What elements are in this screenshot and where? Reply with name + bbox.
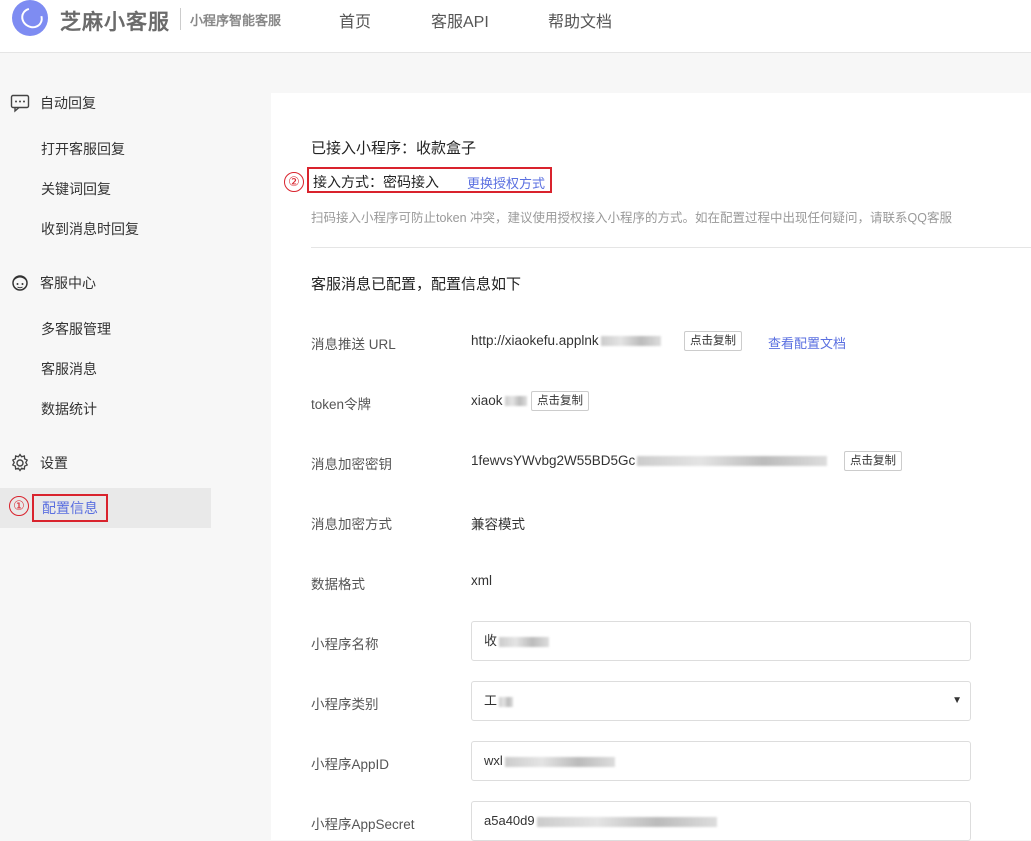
connected-app-title: 已接入小程序：收款盒子 [311, 140, 477, 157]
sidebar-item-message-reply[interactable]: 收到消息时回复 [41, 219, 139, 239]
chat-icon [10, 93, 30, 113]
top-header: 芝麻小客服 小程序智能客服 首页 客服API 帮助文档 [0, 0, 1031, 53]
brand-subtitle: 小程序智能客服 [190, 13, 282, 28]
encrypt-mode-value: 兼容模式 [471, 517, 525, 532]
annotation-marker-1: ① [9, 496, 29, 516]
app-name-input[interactable]: 收 [471, 621, 971, 661]
nav-home[interactable]: 首页 [339, 8, 371, 32]
aeskey-value: 1fewvsYWvbg2W55BD5Gc [471, 453, 828, 468]
sidebar-item-multi-agent[interactable]: 多客服管理 [41, 319, 111, 339]
sidebar-group-settings[interactable]: 设置 [10, 453, 68, 473]
brand-divider [180, 8, 181, 30]
data-format-value: xml [471, 573, 492, 588]
sidebar-group-label: 设置 [40, 455, 68, 471]
sidebar-group-auto-reply[interactable]: 自动回复 [10, 93, 96, 113]
nav-help-docs[interactable]: 帮助文档 [548, 8, 612, 32]
appsecret-input[interactable]: a5a40d9 [471, 801, 971, 841]
copy-url-button[interactable]: 点击复制 [684, 331, 742, 351]
brand-name[interactable]: 芝麻小客服 [60, 6, 170, 36]
access-method: 接入方式：密码接入 [313, 174, 439, 190]
app-category-label: 小程序类别 [311, 697, 379, 712]
nav-api[interactable]: 客服API [431, 8, 489, 32]
sidebar-group-label: 自动回复 [40, 95, 96, 111]
sidebar-item-service-messages[interactable]: 客服消息 [41, 359, 97, 379]
annotation-marker-2: ② [284, 172, 304, 192]
sidebar-item-statistics[interactable]: 数据统计 [41, 399, 97, 419]
sidebar-group-label: 客服中心 [40, 275, 96, 291]
data-format-label: 数据格式 [311, 577, 365, 592]
logo-icon[interactable] [12, 0, 48, 36]
agent-avatar-icon [10, 273, 30, 293]
view-config-doc-link[interactable]: 查看配置文档 [768, 333, 846, 352]
config-section-title: 客服消息已配置，配置信息如下 [311, 276, 522, 293]
sidebar-item-config-info[interactable]: 配置信息 [32, 494, 108, 522]
encrypt-mode-label: 消息加密方式 [311, 517, 392, 532]
token-value: xiaok [471, 393, 527, 408]
change-auth-link[interactable]: 更换授权方式 [467, 173, 545, 192]
aeskey-label: 消息加密密钥 [311, 457, 392, 472]
sidebar [0, 53, 211, 840]
url-label: 消息推送 URL [311, 337, 396, 352]
copy-aeskey-button[interactable]: 点击复制 [844, 451, 902, 471]
chevron-down-icon: ▼ [952, 695, 962, 706]
tip-text: 扫码接入小程序可防止token 冲突，建议使用授权接入小程序的方式。如在配置过程… [311, 211, 952, 225]
section-divider [311, 247, 1031, 248]
url-value: http://xiaokefu.applnk [471, 333, 661, 348]
gear-icon [10, 453, 30, 473]
appid-input[interactable]: wxl [471, 741, 971, 781]
app-name-label: 小程序名称 [311, 637, 379, 652]
sidebar-group-service-center[interactable]: 客服中心 [10, 273, 96, 293]
sidebar-item-keyword-reply[interactable]: 关键词回复 [41, 179, 111, 199]
app-category-select[interactable]: 工 ▼ [471, 681, 971, 721]
appsecret-label: 小程序AppSecret [311, 817, 415, 832]
sidebar-item-open-reply[interactable]: 打开客服回复 [41, 139, 125, 159]
appid-label: 小程序AppID [311, 757, 390, 772]
token-label: token令牌 [311, 397, 372, 412]
copy-token-button[interactable]: 点击复制 [531, 391, 589, 411]
